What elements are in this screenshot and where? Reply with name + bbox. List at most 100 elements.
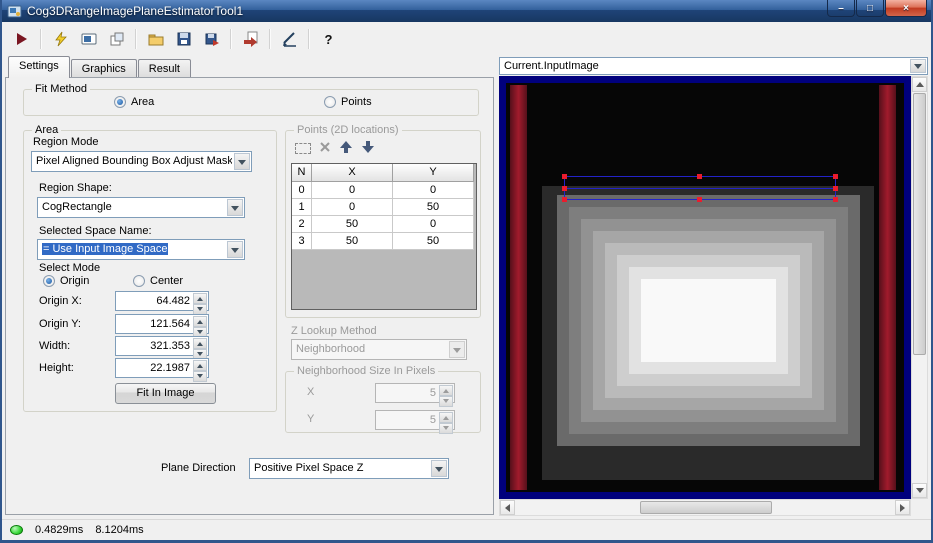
save-icon[interactable]: [172, 28, 195, 51]
resize-handle[interactable]: [833, 174, 838, 179]
cell: 3: [292, 233, 312, 250]
cell: 0: [292, 182, 312, 199]
resize-handle[interactable]: [697, 197, 702, 202]
toolbar-separator: [135, 29, 137, 49]
cell: 0: [393, 182, 474, 199]
table-header-row: N X Y: [292, 164, 476, 182]
cell: 50: [393, 199, 474, 216]
display-button-icon[interactable]: [77, 28, 100, 51]
fit-in-image-button[interactable]: Fit In Image: [115, 383, 216, 404]
horizontal-scrollbar[interactable]: [499, 499, 911, 516]
resize-handle[interactable]: [833, 186, 838, 191]
scroll-right-icon[interactable]: [895, 500, 910, 515]
resize-handle[interactable]: [833, 197, 838, 202]
resize-handle[interactable]: [562, 174, 567, 179]
range-image-canvas[interactable]: [499, 76, 911, 499]
scroll-down-icon[interactable]: [912, 483, 927, 498]
resize-handle[interactable]: [562, 186, 567, 191]
plane-direction-combo[interactable]: Positive Pixel Space Z: [249, 458, 449, 479]
spin-up-icon: [193, 338, 207, 349]
plane-direction-label: Plane Direction: [161, 462, 236, 474]
chevron-down-icon[interactable]: [234, 153, 250, 170]
combo-value: Current.InputImage: [504, 60, 599, 72]
radio-dot: [133, 275, 145, 287]
vertical-scrollbar[interactable]: [911, 76, 928, 499]
radio-label: Points: [341, 96, 372, 108]
cell: 0: [393, 216, 474, 233]
col-header-y: Y: [393, 164, 474, 182]
region-mode-combo[interactable]: Pixel Aligned Bounding Box Adjust Mask: [31, 151, 252, 172]
main-toolbar: ?: [2, 22, 931, 56]
origin-x-field[interactable]: 64.482: [115, 291, 209, 315]
run-icon[interactable]: [10, 28, 33, 51]
cell: 0: [312, 182, 393, 199]
minimize-button[interactable]: –: [827, 0, 855, 17]
close-button[interactable]: ×: [885, 0, 927, 17]
spinner[interactable]: [193, 360, 207, 382]
import-icon[interactable]: [239, 28, 262, 51]
spin-up-icon: [439, 385, 453, 396]
electric-run-icon[interactable]: [49, 28, 72, 51]
signature-icon[interactable]: [278, 28, 301, 51]
area-label: Area: [32, 124, 62, 136]
spinner[interactable]: [193, 293, 207, 315]
help-icon[interactable]: ?: [317, 28, 340, 51]
select-mode-radio-origin[interactable]: Origin: [43, 275, 89, 287]
spinner[interactable]: [193, 316, 207, 338]
field-value: 321.353: [150, 340, 190, 352]
spinner: [439, 385, 453, 407]
new-tool-icon[interactable]: [105, 28, 128, 51]
maximize-button[interactable]: □: [856, 0, 884, 17]
origin-y-field[interactable]: 121.564: [115, 314, 209, 338]
tab-result[interactable]: Result: [137, 59, 191, 78]
status-time-2: 8.1204ms: [95, 524, 144, 536]
neighborhood-label: Neighborhood Size In Pixels: [294, 365, 439, 377]
chevron-down-icon: [449, 341, 465, 358]
fit-method-radio-area[interactable]: Area: [114, 96, 154, 108]
spin-down-icon: [193, 371, 207, 382]
points-label: Points (2D locations): [294, 124, 402, 136]
select-mode-radio-center[interactable]: Center: [133, 275, 183, 287]
scroll-up-icon[interactable]: [912, 77, 927, 92]
tab-graphics[interactable]: Graphics: [70, 59, 137, 78]
cell: 50: [312, 233, 393, 250]
chevron-down-icon[interactable]: [227, 241, 243, 258]
region-selection-rect[interactable]: [562, 174, 838, 202]
fit-method-radio-points[interactable]: Points: [324, 96, 372, 108]
width-field[interactable]: 321.353: [115, 336, 209, 360]
chevron-down-icon[interactable]: [910, 59, 926, 73]
fit-method-label: Fit Method: [32, 83, 90, 95]
resize-handle[interactable]: [562, 197, 567, 202]
field-value: 5: [429, 387, 436, 399]
width-label: Width:: [39, 340, 71, 352]
radio-dot: [43, 275, 55, 287]
chevron-down-icon[interactable]: [431, 460, 447, 477]
vertical-scroll-thumb[interactable]: [913, 93, 926, 355]
scrollbar-corner: [911, 499, 928, 516]
resize-handle[interactable]: [697, 174, 702, 179]
radio-dot: [324, 96, 336, 108]
spin-up-icon: [439, 412, 453, 423]
z-lookup-label: Z Lookup Method: [291, 325, 377, 337]
chevron-down-icon[interactable]: [227, 199, 243, 216]
red-bar-left: [510, 85, 527, 490]
save-results-icon[interactable]: [200, 28, 223, 51]
tab-settings[interactable]: Settings: [8, 56, 70, 78]
open-folder-icon[interactable]: [144, 28, 167, 51]
horizontal-scroll-thumb[interactable]: [640, 501, 772, 514]
region-shape-combo[interactable]: CogRectangle: [37, 197, 245, 218]
height-field[interactable]: 22.1987: [115, 358, 209, 382]
space-name-combo[interactable]: = Use Input Image Space: [37, 239, 245, 260]
app-icon: [7, 4, 22, 19]
spinner[interactable]: [193, 338, 207, 360]
field-value: 121.564: [150, 318, 190, 330]
neighborhood-x-label: X: [307, 386, 315, 398]
spin-up-icon: [193, 316, 207, 327]
titlebar[interactable]: Cog3DRangeImagePlaneEstimatorTool1 – □ ×: [2, 0, 931, 22]
range-image[interactable]: [506, 83, 904, 492]
scroll-left-icon[interactable]: [500, 500, 515, 515]
points-table: N X Y 0 0 0 1 0 50 2 50 0 3 50 50: [291, 163, 477, 310]
table-row: 2 50 0: [292, 216, 476, 233]
settings-tab-page: Fit Method Area Points Area Region Mode …: [5, 77, 494, 515]
image-source-combo[interactable]: Current.InputImage: [499, 57, 928, 75]
